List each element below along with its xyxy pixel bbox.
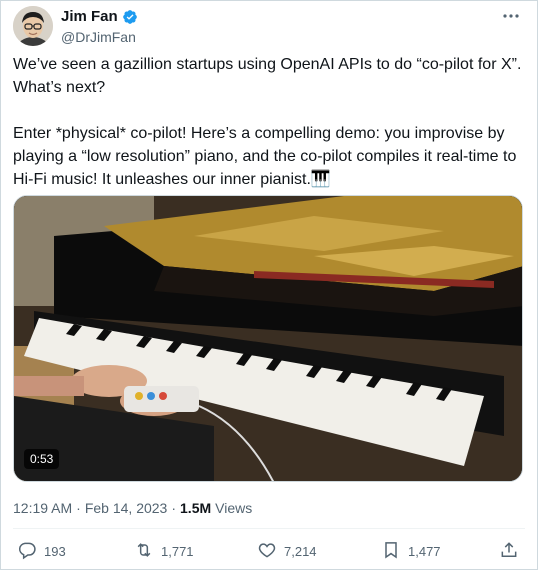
tweet-date[interactable]: Feb 14, 2023 — [85, 499, 168, 517]
retweet-icon — [134, 540, 154, 563]
share-button[interactable] — [499, 539, 519, 563]
verified-badge-icon — [122, 9, 138, 25]
tweet-actions: 193 1,771 7,214 1,477 — [13, 539, 523, 563]
author-handle[interactable]: @DrJimFan — [61, 28, 138, 46]
reply-button[interactable]: 193 — [17, 539, 66, 563]
retweet-count: 1,771 — [161, 543, 194, 559]
tweet-text-line: Hi-Fi music! It unleashes our inner pian… — [13, 171, 331, 188]
tweet-card: Jim Fan @DrJimFan We’ve seen a gazillion… — [0, 0, 538, 570]
bookmark-count: 1,477 — [408, 543, 441, 559]
reply-icon — [17, 540, 37, 563]
retweet-button[interactable]: 1,771 — [134, 539, 194, 563]
video-player[interactable]: 0:53 — [13, 195, 523, 482]
bookmark-icon — [381, 540, 401, 563]
display-name-row: Jim Fan — [61, 8, 138, 26]
meta-separator: · — [76, 500, 81, 516]
share-icon — [499, 540, 519, 563]
reply-count: 193 — [44, 543, 66, 559]
tweet-time[interactable]: 12:19 AM — [13, 499, 72, 517]
meta-separator: · — [171, 500, 177, 516]
like-count: 7,214 — [284, 543, 317, 559]
author-names: Jim Fan @DrJimFan — [61, 8, 138, 46]
more-icon[interactable] — [501, 8, 521, 24]
divider — [13, 528, 525, 529]
avatar[interactable] — [13, 6, 53, 46]
tweet-text-line: We’ve seen a gazillion startups using Op… — [13, 56, 522, 73]
views-label: Views — [215, 500, 253, 516]
like-icon — [257, 540, 277, 563]
tweet-text-line: playing a “low resolution” piano, and th… — [13, 148, 517, 165]
views-count: 1.5M — [180, 500, 212, 516]
tweet-meta: 12:19 AM · Feb 14, 2023 · 1.5M Views — [13, 499, 252, 517]
display-name[interactable]: Jim Fan — [61, 8, 118, 26]
tweet-text-line: What’s next? — [13, 79, 106, 96]
bookmark-button[interactable]: 1,477 — [381, 539, 441, 563]
video-duration: 0:53 — [24, 449, 60, 469]
tweet-text: We’ve seen a gazillion startups using Op… — [13, 53, 529, 191]
video-frame — [14, 196, 522, 481]
tweet-text-line: Enter *physical* co-pilot! Here’s a comp… — [13, 125, 505, 142]
like-button[interactable]: 7,214 — [257, 539, 317, 563]
tweet-header: Jim Fan @DrJimFan — [13, 6, 527, 46]
